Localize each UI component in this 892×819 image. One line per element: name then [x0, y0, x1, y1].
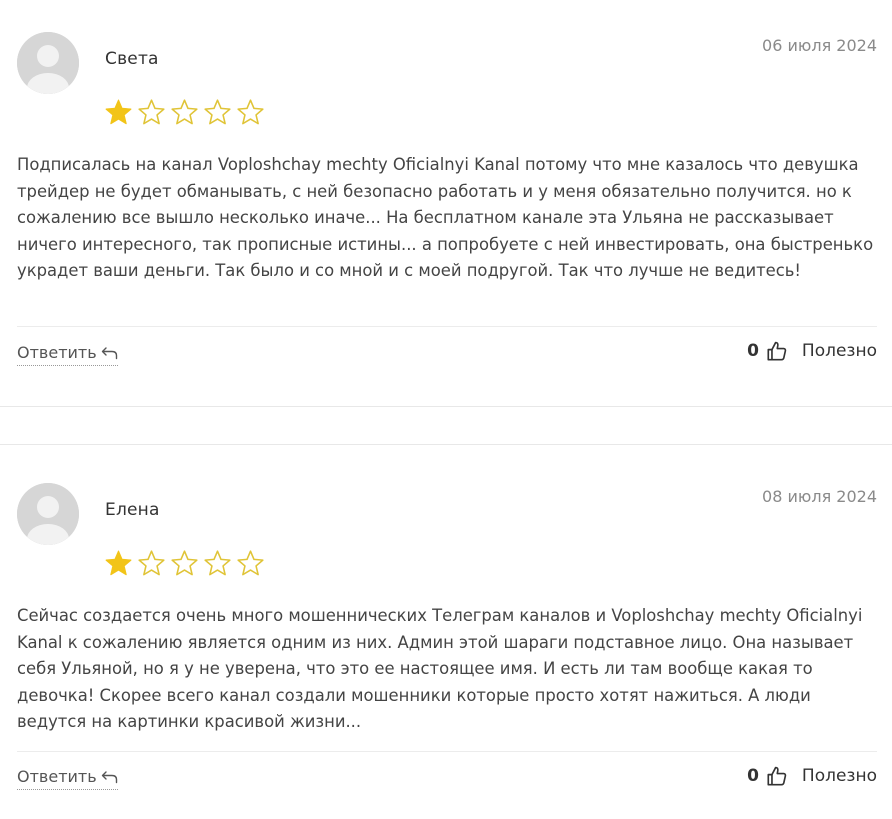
- star-empty-icon: [237, 550, 264, 576]
- review-date: 08 июля 2024: [762, 487, 877, 506]
- reply-button[interactable]: Ответить: [17, 767, 118, 790]
- helpful-count: 0: [747, 766, 759, 786]
- star-rating: [104, 549, 265, 578]
- helpful-count: 0: [747, 341, 759, 361]
- helpful-group: 0 Полезно: [747, 765, 877, 787]
- avatar: [17, 32, 79, 94]
- star-filled-icon: [105, 99, 132, 125]
- helpful-group: 0 Полезно: [747, 340, 877, 362]
- author-name: Елена: [105, 500, 160, 520]
- star-empty-icon: [171, 99, 198, 125]
- star-empty-icon: [171, 550, 198, 576]
- reply-label: Ответить: [17, 767, 97, 786]
- review-date: 06 июля 2024: [762, 36, 877, 55]
- section-divider-bottom: [0, 444, 892, 445]
- star-filled-icon: [105, 550, 132, 576]
- review-text: Сейчас создается очень много мошенническ…: [17, 606, 863, 731]
- review-divider: [17, 326, 877, 327]
- helpful-label[interactable]: Полезно: [802, 766, 877, 786]
- reply-arrow-icon: [101, 346, 117, 359]
- star-empty-icon: [204, 99, 231, 125]
- star-empty-icon: [204, 550, 231, 576]
- star-rating: [104, 98, 265, 127]
- star-empty-icon: [138, 99, 165, 125]
- reply-label: Ответить: [17, 343, 97, 362]
- reply-arrow-icon: [101, 770, 117, 783]
- review-divider: [17, 751, 877, 752]
- review-text: Подписалась на канал Voploshchay mechty …: [17, 155, 874, 280]
- section-divider-top: [0, 406, 892, 407]
- thumbs-up-icon[interactable]: [766, 765, 788, 787]
- thumbs-up-icon[interactable]: [766, 340, 788, 362]
- avatar: [17, 483, 79, 545]
- star-empty-icon: [237, 99, 264, 125]
- helpful-label[interactable]: Полезно: [802, 341, 877, 361]
- star-empty-icon: [138, 550, 165, 576]
- author-name: Света: [105, 49, 159, 69]
- reply-button[interactable]: Ответить: [17, 343, 118, 366]
